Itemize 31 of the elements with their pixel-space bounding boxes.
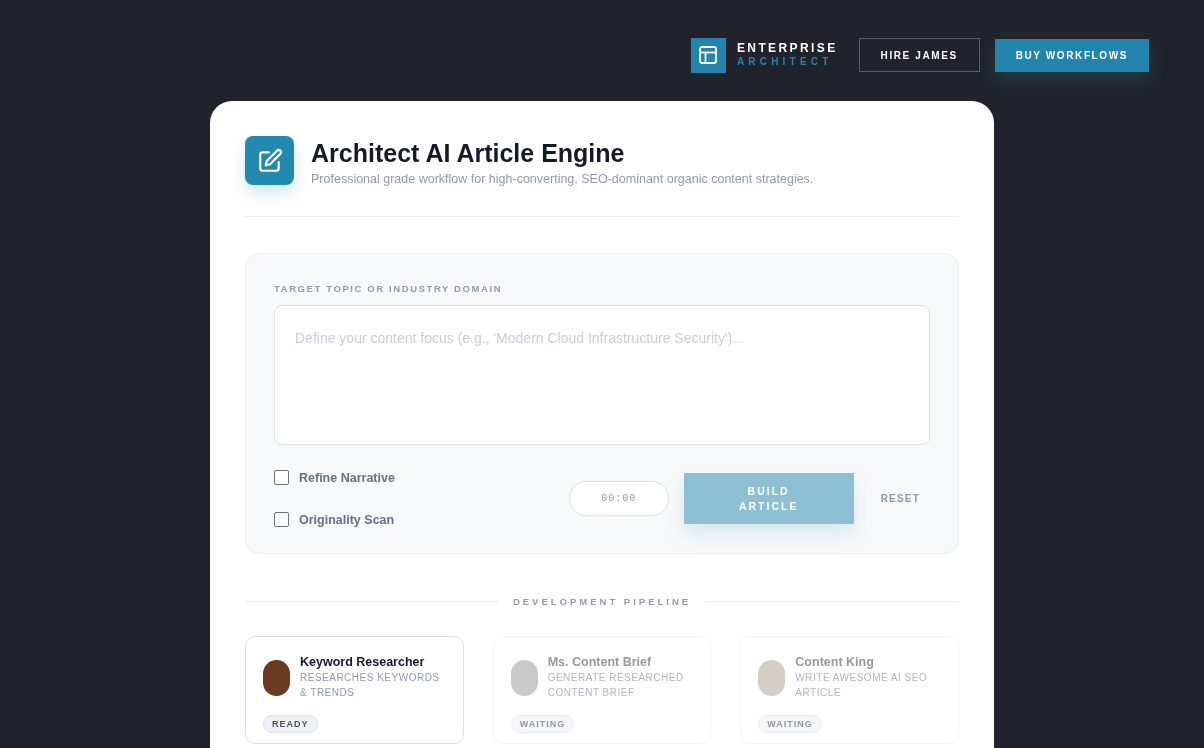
- field-label: TARGET TOPIC OR INDUSTRY DOMAIN: [274, 283, 504, 294]
- timer-display: 00:00: [568, 481, 669, 516]
- agent-card[interactable]: Ms. Content Brief GENERATE RESEARCHED CONTENT BRIEF WAITING: [492, 636, 712, 744]
- agent-description: WRITE AWESOME AI SEO ARTICLE: [795, 671, 929, 700]
- edit-icon: [245, 136, 294, 185]
- hire-button[interactable]: HIRE JAMES: [858, 38, 980, 72]
- agent-card[interactable]: Keyword Researcher RESEARCHES KEYWORDS & TRENDS READY: [245, 636, 464, 744]
- checkbox[interactable]: [274, 470, 289, 485]
- photo-placeholder: [510, 660, 538, 696]
- agent-card[interactable]: Content King WRITE AWESOME AI SEO ARTICLE WAITING: [740, 636, 959, 744]
- agent-name: Keyword Researcher: [300, 654, 426, 670]
- buy-workflows-button[interactable]: BUY WORKFLOWS: [994, 38, 1149, 72]
- status-badge: WAITING: [758, 715, 822, 733]
- agent-description: GENERATE RESEARCHED CONTENT BRIEF: [547, 671, 685, 700]
- reset-button[interactable]: RESET: [870, 493, 930, 504]
- status-badge: WAITING: [510, 715, 575, 733]
- status-badge: READY: [263, 715, 318, 733]
- page-title: Architect AI Article Engine: [311, 138, 626, 169]
- section-title: DEVELOPMENT PIPELINE: [512, 596, 692, 607]
- agent-description: RESEARCHES KEYWORDS & TRENDS: [300, 671, 441, 700]
- option-label: Refine Narrative: [299, 470, 395, 485]
- agent-name: Content King: [795, 654, 875, 670]
- checkbox[interactable]: [274, 512, 289, 527]
- page-subtitle: Professional grade workflow for high-converting, SEO-dominant organic content strategies.: [311, 172, 814, 186]
- layout-logo-icon: [690, 37, 726, 73]
- brand-title: ENTERPRISE: [736, 41, 838, 55]
- brand-subtitle: ARCHITECT: [736, 55, 834, 69]
- photo-placeholder: [758, 660, 786, 696]
- option-label: Originality Scan: [299, 512, 395, 527]
- photo-placeholder: [263, 660, 290, 696]
- agent-name: Ms. Content Brief: [547, 654, 653, 670]
